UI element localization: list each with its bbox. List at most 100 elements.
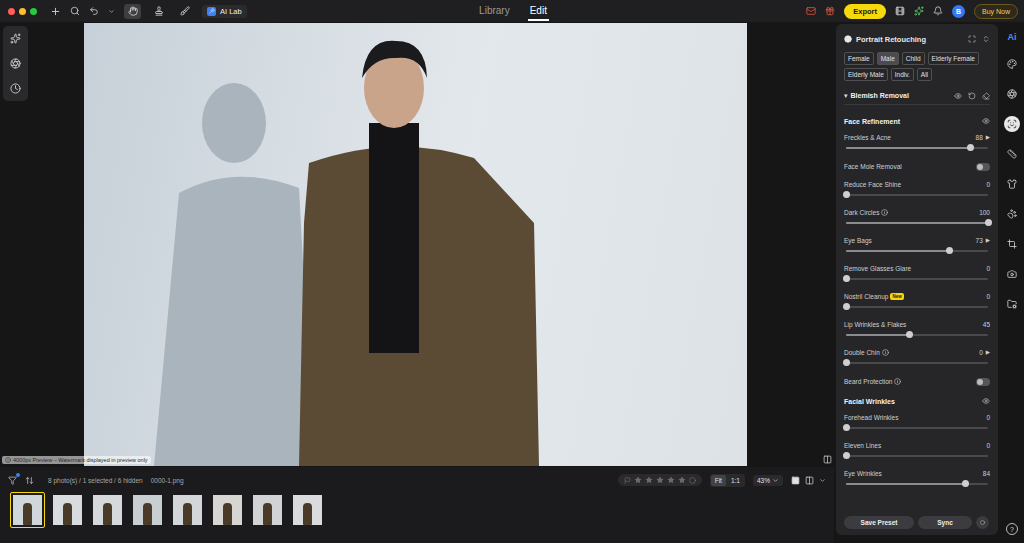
brush-icon[interactable] [180, 6, 190, 16]
thumbnail[interactable] [50, 492, 85, 528]
portrait-tool-icon[interactable] [10, 33, 21, 44]
zoom-button[interactable]: 1:1 [727, 475, 744, 486]
eye-icon[interactable] [954, 92, 962, 100]
thumbnail[interactable] [170, 492, 205, 528]
tab[interactable]: Library [477, 2, 512, 21]
bell-icon[interactable] [933, 6, 943, 16]
star-icon[interactable] [656, 476, 664, 484]
filter-chip[interactable]: Child [902, 52, 925, 65]
tool-button[interactable] [150, 4, 167, 19]
help-button[interactable]: ? [1006, 523, 1018, 535]
zoom-button[interactable]: Fit [711, 475, 726, 486]
thumbnail[interactable] [250, 492, 285, 528]
sidebar-item[interactable] [1004, 266, 1020, 282]
tool-button[interactable] [124, 4, 141, 19]
stamp-icon[interactable] [154, 6, 164, 16]
star-icon[interactable] [634, 476, 642, 484]
thumbnail[interactable] [10, 492, 45, 528]
slider-knob[interactable] [843, 191, 850, 198]
thumbnail[interactable] [210, 492, 245, 528]
filter-chip[interactable]: Elderly Female [928, 52, 979, 65]
sidebar-item[interactable] [1004, 146, 1020, 162]
slider-track[interactable] [846, 250, 988, 252]
sidebar-item[interactable] [1004, 296, 1020, 312]
slider-knob[interactable] [843, 359, 850, 366]
slider-knob[interactable] [906, 331, 913, 338]
camera-icon[interactable] [1007, 269, 1017, 279]
paw-icon[interactable] [1007, 209, 1017, 219]
expand-icon[interactable] [968, 35, 976, 43]
eye-icon[interactable] [982, 117, 990, 125]
sidebar-item[interactable] [1004, 236, 1020, 252]
buy-now-button[interactable]: Buy Now [974, 4, 1018, 19]
film-icon[interactable] [895, 6, 905, 16]
slider-knob[interactable] [843, 424, 850, 431]
ai-lab-button[interactable]: AI Lab [202, 5, 247, 18]
slider-knob[interactable] [946, 247, 953, 254]
eye-icon[interactable] [982, 397, 990, 405]
sync-settings-button[interactable] [976, 516, 989, 529]
sidebar-item[interactable] [1004, 86, 1020, 102]
filter-button[interactable] [8, 476, 17, 485]
gift-icon[interactable] [825, 6, 835, 16]
chevron-icon[interactable] [772, 477, 779, 484]
export-button[interactable]: Export [844, 4, 886, 19]
filter-chip[interactable]: All [917, 68, 932, 81]
filter-chip[interactable]: Elderly Male [844, 68, 888, 81]
star-icon[interactable] [645, 476, 653, 484]
expand-arrow[interactable]: ▶ [986, 134, 990, 140]
sparkles-icon[interactable] [914, 6, 924, 16]
slider-track[interactable] [846, 194, 988, 196]
sidebar-item[interactable] [1004, 116, 1020, 132]
thumbnail[interactable] [290, 492, 325, 528]
compare-button[interactable] [823, 455, 832, 464]
tab[interactable]: Edit [528, 2, 549, 21]
avatar[interactable]: B [952, 5, 965, 18]
slider-track[interactable] [846, 427, 988, 429]
slider-track[interactable] [846, 222, 988, 224]
shirt-icon[interactable] [1007, 179, 1017, 189]
thumbnail[interactable] [90, 492, 125, 528]
sidebar-item[interactable] [1004, 206, 1020, 222]
flag-icon[interactable] [624, 477, 631, 484]
slider-knob[interactable] [962, 480, 969, 487]
reset-icon[interactable] [968, 92, 976, 100]
slider-knob[interactable] [843, 303, 850, 310]
view-menu-icon[interactable] [819, 477, 826, 484]
settings-icon[interactable] [980, 520, 985, 525]
slider-track[interactable] [846, 334, 988, 336]
slider-knob[interactable] [967, 144, 974, 151]
sidebar-item[interactable] [1004, 176, 1020, 192]
toggle-switch[interactable] [976, 163, 990, 171]
undo-menu-icon[interactable] [108, 8, 115, 15]
zoom-button[interactable] [30, 8, 37, 15]
filter-icon[interactable] [8, 476, 17, 485]
thumbnail[interactable] [130, 492, 165, 528]
filter-chip[interactable]: Female [844, 52, 874, 65]
hand-icon[interactable] [128, 6, 138, 16]
split-view-icon[interactable] [805, 476, 814, 485]
star-icon[interactable] [678, 476, 686, 484]
slider-knob[interactable] [843, 275, 850, 282]
mail-icon[interactable] [806, 6, 816, 16]
ai-logo[interactable]: Ai [1008, 32, 1017, 42]
undo-icon[interactable] [89, 6, 99, 16]
filter-chip[interactable]: Indiv. [891, 68, 914, 81]
toggle-switch[interactable] [976, 378, 990, 386]
aperture-tool-icon[interactable] [10, 58, 21, 69]
plus-icon[interactable] [50, 6, 61, 17]
expand-arrow[interactable]: ▶ [986, 349, 990, 355]
folder-icon[interactable] [1007, 299, 1017, 309]
save-preset-button[interactable]: Save Preset [844, 516, 914, 529]
single-view-icon[interactable] [791, 476, 800, 485]
slider-track[interactable] [846, 278, 988, 280]
ruler-icon[interactable] [1007, 149, 1017, 159]
search-icon[interactable] [70, 6, 80, 16]
slider-track[interactable] [846, 483, 988, 485]
tool-button[interactable] [176, 4, 193, 19]
zoom-level[interactable]: 43% [753, 475, 783, 486]
slider-track[interactable] [846, 147, 988, 149]
collapse-icon[interactable] [982, 35, 990, 43]
palette-icon[interactable] [1007, 59, 1017, 69]
minimize-button[interactable] [19, 8, 26, 15]
